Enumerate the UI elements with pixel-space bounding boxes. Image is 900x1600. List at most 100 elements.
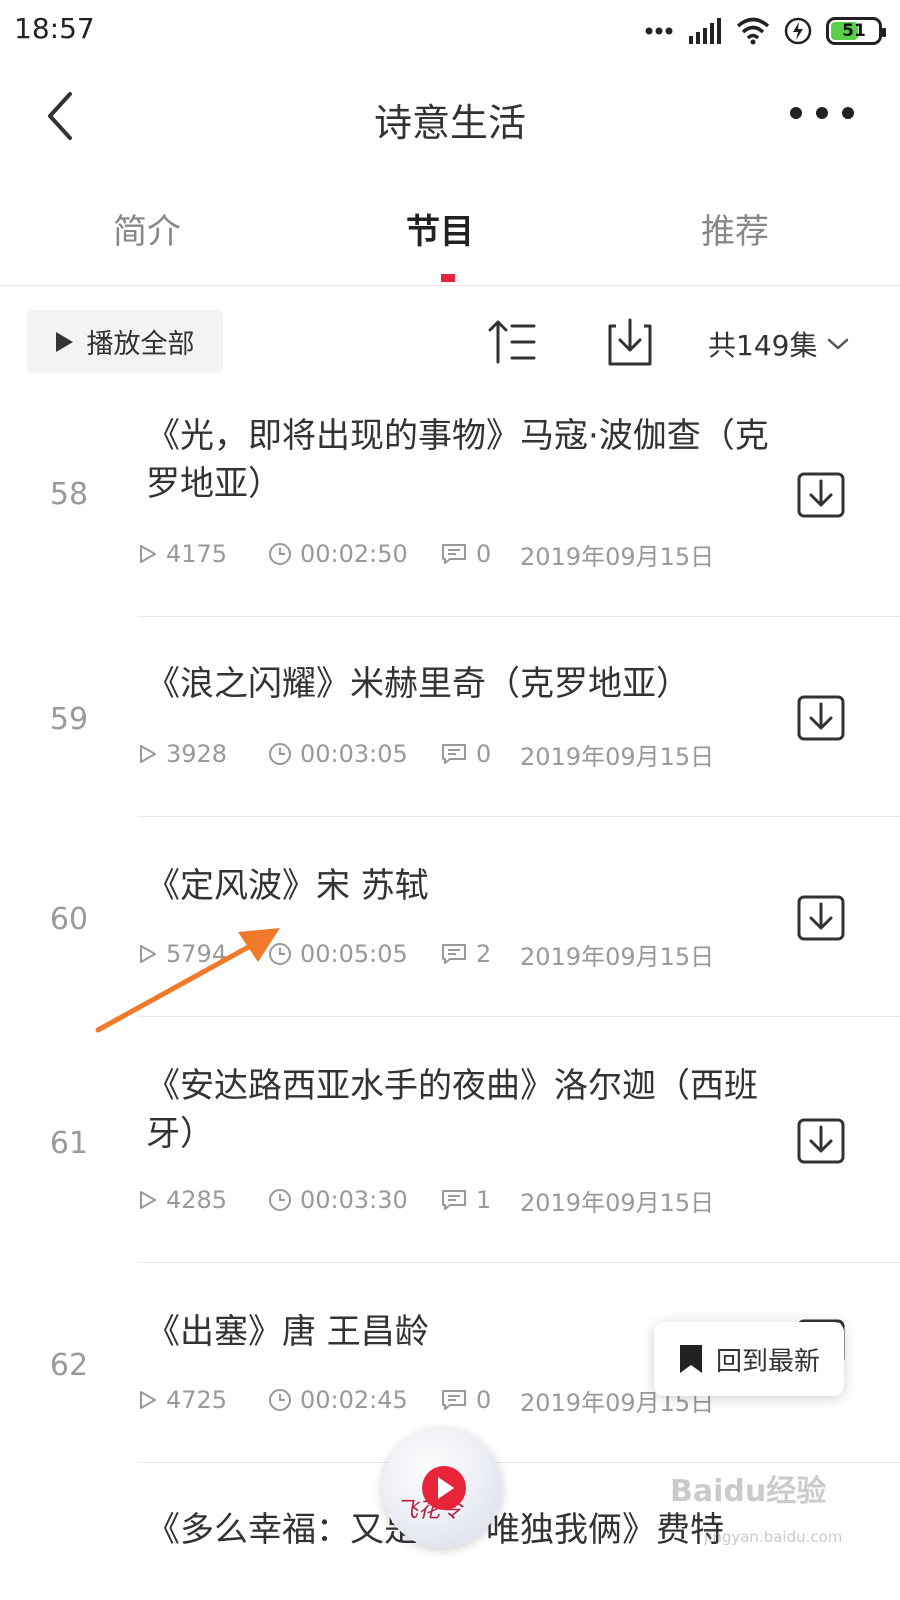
chevron-down-icon [828,338,849,350]
nav-bar: 诗意生活 [0,66,900,166]
active-tab-indicator [441,274,455,282]
page-title: 诗意生活 [373,101,526,145]
duration: 00:03:30 [268,1186,440,1214]
duration: 00:05:05 [268,940,440,968]
play-count-icon [140,545,156,563]
episode-meta: 4175 00:02:50 0 2019年09月15日 [138,538,714,571]
download-icon [797,695,845,741]
mini-player-play-icon[interactable] [422,1466,466,1510]
duration: 00:02:45 [268,1386,440,1414]
episode-number: 60 [49,902,89,937]
episode-download-button[interactable] [796,694,846,742]
episode-title[interactable]: 《安达路西亚水手的夜曲》洛尔迦（西班牙） [146,1062,786,1158]
divider [138,1462,900,1463]
publish-date: 2019年09月15日 [520,1188,715,1217]
list-toolbar: 播放全部 共149集 [0,310,900,376]
status-time: 18:57 [14,12,95,45]
episode-number: 62 [49,1348,89,1383]
play-count-icon [140,1191,156,1209]
play-count-icon [140,945,156,963]
play-count: 4285 [138,1186,268,1214]
publish-date: 2019年09月15日 [520,742,715,771]
duration-value: 00:02:50 [300,540,408,568]
watermark-url: jingyan.baidu.com [704,1528,843,1546]
sort-button[interactable] [486,316,538,368]
play-count-value: 4175 [166,540,228,568]
episode-number: 59 [49,702,89,737]
divider [138,1262,900,1263]
clock-icon [269,743,291,765]
clock-icon [269,543,291,565]
battery-level: 51 [842,21,866,41]
duration-value: 00:03:30 [300,1186,408,1214]
comment-count: 0 [440,1386,520,1414]
tab-programs[interactable]: 节目 [340,204,540,253]
episode-number: 58 [49,477,89,512]
more-notifications-icon [645,27,673,35]
download-icon [797,895,845,941]
comment-count: 0 [440,540,520,568]
duration-value: 00:05:05 [300,940,408,968]
episode-meta: 3928 00:03:05 0 2019年09月15日 [138,738,715,771]
episode-title[interactable]: 《浪之闪耀》米赫里奇（克罗地亚） [146,660,786,708]
battery-icon: 51 [826,17,886,45]
play-count-value: 3928 [166,740,228,768]
play-count: 4725 [138,1386,268,1414]
play-count: 4175 [138,540,268,568]
duration: 00:02:50 [268,540,440,568]
play-count-value: 4725 [166,1386,228,1414]
episode-meta: 4285 00:03:30 1 2019年09月15日 [138,1184,715,1217]
episode-title[interactable]: 《定风波》宋 苏轼 [146,862,786,910]
divider [138,616,900,617]
download-icon [797,1118,845,1164]
comment-count-value: 1 [476,1186,492,1214]
play-count-value: 5794 [166,940,228,968]
clock-icon [269,1189,291,1211]
play-count: 3928 [138,740,268,768]
mini-player[interactable]: 飞花令 [382,1428,502,1548]
comment-icon [442,1390,466,1410]
duration: 00:03:05 [268,740,440,768]
back-to-latest-label: 回到最新 [715,1346,820,1377]
more-button[interactable] [782,88,862,138]
comment-icon [442,544,466,564]
episode-item[interactable]: 《多么幸福：又是夜，唯独我俩》费特 [0,0,900,1550]
duration-value: 00:02:45 [300,1386,408,1414]
download-icon [797,472,845,518]
episode-count-selector[interactable]: 共149集 [708,324,849,364]
signal-icon [689,18,721,44]
episode-download-button[interactable] [796,471,846,519]
comment-icon [442,1190,466,1210]
episode-number: 61 [49,1126,89,1161]
episode-title[interactable]: 《光，即将出现的事物》马寇·波伽查（克罗地亚） [146,412,786,508]
download-icon [608,318,652,366]
comment-icon [442,744,466,764]
episode-meta: 5794 00:05:05 2 2019年09月15日 [138,938,715,971]
back-to-latest-button[interactable]: 回到最新 [654,1322,844,1396]
episode-download-button[interactable] [796,1117,846,1165]
play-count-icon [140,745,156,763]
bookmark-icon [679,1345,702,1373]
tab-intro[interactable]: 简介 [47,204,247,253]
wifi-icon [736,17,770,45]
divider [138,816,900,817]
status-icons: 51 [644,12,886,50]
play-count-icon [140,1391,156,1409]
play-all-button[interactable]: 播放全部 [27,310,223,373]
episode-meta: 4725 00:02:45 0 2019年09月15日 [138,1384,714,1417]
clock-icon [269,1389,291,1411]
sort-icon [488,320,536,364]
duration-value: 00:03:05 [300,740,408,768]
comment-count: 2 [440,940,520,968]
tab-recommend[interactable]: 推荐 [635,204,835,253]
download-all-button[interactable] [604,314,656,370]
clock-icon [269,943,291,965]
more-dots-icon [790,107,854,119]
episode-count-label: 共149集 [708,329,818,362]
play-all-label: 播放全部 [86,329,195,360]
tab-bar: 简介 节目 推荐 [0,186,900,286]
episode-download-button[interactable] [796,894,846,942]
comment-count: 0 [440,740,520,768]
comment-count-value: 2 [476,940,492,968]
publish-date: 2019年09月15日 [520,942,715,971]
